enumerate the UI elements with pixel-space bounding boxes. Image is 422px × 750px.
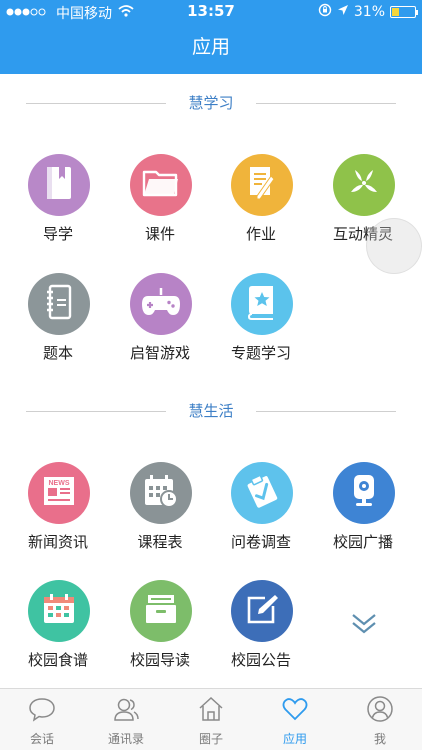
app-icon-bg [231,580,293,642]
tab-chat[interactable]: 会话 [0,695,84,747]
tab-apps[interactable]: 应用 [253,695,337,747]
folder-icon [142,168,180,202]
tab-circle[interactable]: 圈子 [169,695,253,747]
app-icon-bg [28,154,90,216]
app-icon-bg [231,154,293,216]
app-question-book[interactable]: 题本 [8,273,108,383]
news-icon: NEWS [42,475,76,511]
app-campus-broadcast[interactable]: 校园广播 [313,462,413,572]
contacts-icon [112,695,140,723]
archive-box-icon [144,593,178,629]
page-title: 应用 [191,36,230,58]
app-courseware[interactable]: 课件 [110,154,210,264]
status-bar: 中国移动 13:57 31% [0,0,422,22]
book-icon [44,165,74,205]
app-campus-menu[interactable]: 校园食谱 [8,580,108,690]
app-icon-bg [28,580,90,642]
tab-label: 通讯录 [107,732,144,746]
notice-edit-icon [245,592,279,630]
tab-me[interactable]: 我 [338,695,422,747]
survey-icon [244,473,280,513]
document-pen-icon [246,165,278,205]
tab-label: 会话 [29,732,54,746]
app-guide[interactable]: 导学 [8,154,108,264]
app-icon-bg [130,154,192,216]
section-header-study: 慧学习 [0,92,422,116]
gamepad-icon [140,286,182,322]
user-icon [366,695,394,723]
floating-assist-button[interactable] [366,218,422,274]
app-icon-bg: NEWS [28,462,90,524]
app-icon-bg [130,273,192,335]
app-campus-reading[interactable]: 校园导读 [110,580,210,690]
app-label: 校园公告 [230,651,291,669]
rotation-lock-icon [318,3,332,21]
star-book-icon [247,284,277,324]
news-icon-text: NEWS [49,480,70,487]
tab-contacts[interactable]: 通讯录 [84,695,168,747]
app-icon-bg [333,154,395,216]
notebook-icon [44,284,74,324]
app-label: 校园广播 [332,533,393,551]
battery-icon [390,6,418,18]
app-icon-bg [130,462,192,524]
chat-bubble-icon [28,695,56,723]
app-label: 专题学习 [230,344,291,362]
app-campus-notice[interactable]: 校园公告 [211,580,311,690]
section-header-life: 慧生活 [0,400,422,424]
app-icon-bg [130,580,192,642]
divider-line [256,411,396,412]
location-arrow-icon [337,4,349,20]
app-puzzle-game[interactable]: 启智游戏 [110,273,210,383]
tab-label: 我 [373,732,386,746]
app-grid-content[interactable]: 慧学习 导学 课件 作业 互动精灵 题本 启智游戏 专题学习 慧生活 NEWS … [0,74,422,688]
sprite-icon [347,166,381,204]
app-homework[interactable]: 作业 [211,154,311,264]
battery-percent: 31% [353,4,385,20]
calendar-clock-icon [143,474,179,512]
bottom-tab-bar: 会话 通讯录 圈子 应用 我 [0,688,422,750]
app-icon-bg [231,273,293,335]
app-icon-bg [333,462,395,524]
expand-more-chevron-icon[interactable] [349,608,379,638]
tab-label: 圈子 [198,732,223,746]
tab-label: 应用 [282,732,307,746]
menu-calendar-icon [42,593,76,629]
app-timetable[interactable]: 课程表 [110,462,210,572]
app-topic-study[interactable]: 专题学习 [211,273,311,383]
app-icon-bg [231,462,293,524]
divider-line [256,103,396,104]
app-icon-bg [28,273,90,335]
home-icon [197,695,225,723]
broadcast-camera-icon [349,473,379,513]
app-news[interactable]: NEWS 新闻资讯 [8,462,108,572]
app-survey[interactable]: 问卷调查 [211,462,311,572]
nav-bar: 应用 [0,22,422,74]
heart-icon [281,695,309,723]
